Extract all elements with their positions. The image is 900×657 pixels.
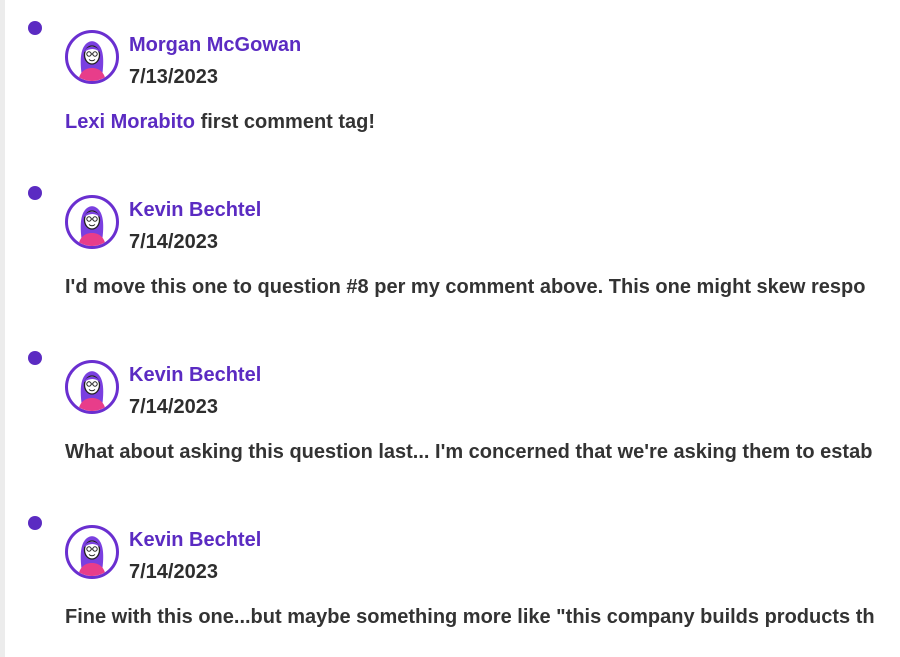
avatar[interactable] bbox=[65, 30, 119, 84]
avatar-illustration-icon bbox=[78, 206, 106, 246]
comment-author[interactable]: Morgan McGowan bbox=[129, 34, 301, 57]
mention-link[interactable]: Lexi Morabito bbox=[65, 111, 195, 133]
avatar[interactable] bbox=[65, 195, 119, 249]
comment-item: Morgan McGowan 7/13/2023 Lexi Morabito f… bbox=[0, 0, 900, 150]
timeline-dot-icon bbox=[28, 186, 42, 200]
timeline-dot-icon bbox=[28, 351, 42, 365]
comment-item: Kevin Bechtel 7/14/2023 I'd move this on… bbox=[0, 165, 900, 315]
comment-body: What about asking this question last... … bbox=[65, 441, 873, 463]
comment-date: 7/14/2023 bbox=[129, 561, 218, 583]
comment-date: 7/14/2023 bbox=[129, 396, 218, 418]
avatar-illustration-icon bbox=[78, 41, 106, 81]
comment-date: 7/14/2023 bbox=[129, 231, 218, 253]
avatar[interactable] bbox=[65, 525, 119, 579]
comment-text: first comment tag! bbox=[195, 111, 376, 133]
avatar-illustration-icon bbox=[78, 371, 106, 411]
comment-body: Fine with this one...but maybe something… bbox=[65, 606, 875, 628]
comment-author[interactable]: Kevin Bechtel bbox=[129, 364, 261, 387]
comment-author[interactable]: Kevin Bechtel bbox=[129, 529, 261, 552]
avatar[interactable] bbox=[65, 360, 119, 414]
timeline-dot-icon bbox=[28, 516, 42, 530]
comment-feed: Morgan McGowan 7/13/2023 Lexi Morabito f… bbox=[0, 0, 900, 657]
comment-body: I'd move this one to question #8 per my … bbox=[65, 276, 866, 298]
comment-item: Kevin Bechtel 7/14/2023 Fine with this o… bbox=[0, 495, 900, 645]
comment-date: 7/13/2023 bbox=[129, 66, 218, 88]
comment-body: Lexi Morabito first comment tag! bbox=[65, 111, 900, 134]
comment-author[interactable]: Kevin Bechtel bbox=[129, 199, 261, 222]
avatar-illustration-icon bbox=[78, 536, 106, 576]
timeline-dot-icon bbox=[28, 21, 42, 35]
comment-item: Kevin Bechtel 7/14/2023 What about askin… bbox=[0, 330, 900, 480]
